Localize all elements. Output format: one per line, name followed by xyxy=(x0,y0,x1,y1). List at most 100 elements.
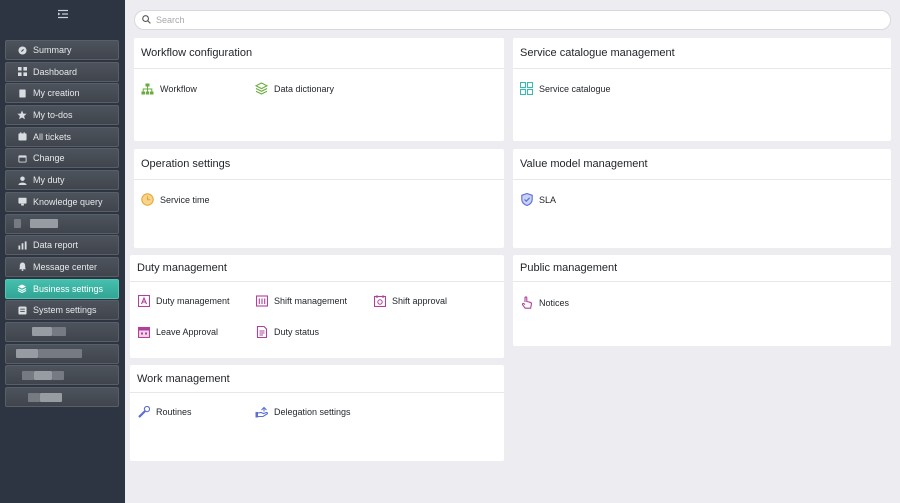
workflow-link[interactable]: Workflow xyxy=(141,82,197,95)
duty-management-link[interactable]: Duty management xyxy=(137,294,230,307)
redacted-label xyxy=(30,219,58,228)
sidebar-item-redacted[interactable] xyxy=(5,343,119,364)
search-input[interactable] xyxy=(156,15,856,25)
sidebar-item-my-duty[interactable]: My duty xyxy=(5,170,119,191)
sidebar-item-label: All tickets xyxy=(33,131,72,142)
sidebar-item-data-report[interactable]: Data report xyxy=(5,235,119,256)
sidebar-item-label: Data report xyxy=(33,240,79,251)
data-dictionary-label: Data dictionary xyxy=(274,83,335,94)
redacted-label xyxy=(38,349,82,359)
bell-icon xyxy=(17,262,27,272)
bar-chart-icon xyxy=(17,240,27,250)
star-icon xyxy=(17,110,27,120)
notices-label: Notices xyxy=(539,297,570,308)
public-management-card: Public management Notices xyxy=(513,255,891,346)
sidebar-item-redacted[interactable] xyxy=(5,365,119,386)
routines-label: Routines xyxy=(156,406,192,417)
redacted-label xyxy=(52,370,64,380)
shift-approval-label: Shift approval xyxy=(392,295,448,306)
wrench-icon xyxy=(137,405,150,418)
sla-label: SLA xyxy=(539,194,557,205)
service-time-label: Service time xyxy=(160,194,210,205)
service-catalogue-card: Service catalogue management Service cat… xyxy=(513,38,891,141)
ticket-icon xyxy=(17,132,27,142)
sidebar-item-label: Message center xyxy=(33,261,98,272)
notices-link[interactable]: Notices xyxy=(520,296,569,309)
sidebar-item-my-creation[interactable]: My creation xyxy=(5,83,119,104)
redacted-label xyxy=(34,370,52,380)
sidebar: Summary Dashboard My creation My to-dos … xyxy=(0,0,125,503)
shield-icon xyxy=(520,193,533,206)
sidebar-item-label: My creation xyxy=(33,88,80,99)
duty-status-label: Duty status xyxy=(274,326,320,337)
data-dictionary-link[interactable]: Data dictionary xyxy=(255,82,334,95)
redacted-label xyxy=(22,370,34,380)
delegation-settings-link[interactable]: Delegation settings xyxy=(255,405,351,418)
shift-management-label: Shift management xyxy=(274,295,348,306)
sidebar-item-label: System settings xyxy=(33,305,97,316)
sidebar-item-label: Change xyxy=(33,153,65,164)
redacted-label xyxy=(40,392,62,402)
service-time-link[interactable]: Service time xyxy=(141,193,210,206)
card-title: Workflow configuration xyxy=(134,38,504,69)
sidebar-item-business-settings[interactable]: Business settings xyxy=(5,278,119,299)
redacted-label xyxy=(32,327,52,337)
redacted-label xyxy=(14,219,21,228)
user-icon xyxy=(17,175,27,185)
card-title: Public management xyxy=(513,255,891,282)
workflow-label: Workflow xyxy=(160,83,197,94)
duty-badge-icon xyxy=(137,294,150,307)
operation-settings-card: Operation settings Service time xyxy=(134,149,504,248)
card-title: Operation settings xyxy=(134,149,504,180)
shift-management-link[interactable]: Shift management xyxy=(255,294,347,307)
card-title: Work management xyxy=(130,365,504,393)
sidebar-item-label: Summary xyxy=(33,45,72,55)
collapse-menu-icon[interactable] xyxy=(57,6,69,24)
sidebar-item-system-settings[interactable]: System settings xyxy=(5,300,119,321)
clock-icon xyxy=(141,193,154,206)
value-model-card: Value model management SLA xyxy=(513,149,891,248)
sidebar-item-summary[interactable]: Summary xyxy=(5,40,119,60)
work-management-card: Work management Routines Delegation sett… xyxy=(130,365,504,461)
grid-icon xyxy=(17,67,27,77)
sidebar-item-my-to-dos[interactable]: My to-dos xyxy=(5,105,119,126)
search-bar[interactable] xyxy=(134,10,891,30)
sidebar-item-redacted[interactable] xyxy=(5,387,119,407)
sidebar-item-redacted[interactable] xyxy=(5,321,119,342)
redacted-label xyxy=(16,349,38,359)
layers-icon xyxy=(255,82,268,95)
card-title: Service catalogue management xyxy=(513,38,891,69)
sidebar-item-change[interactable]: Change xyxy=(5,148,119,169)
sidebar-header xyxy=(0,0,125,30)
service-catalogue-link[interactable]: Service catalogue xyxy=(520,82,611,95)
redacted-label xyxy=(28,392,40,402)
document-icon xyxy=(17,88,27,98)
workflow-configuration-card: Workflow configuration Workflow Data dic… xyxy=(134,38,504,141)
sidebar-item-label: My duty xyxy=(33,175,65,186)
layers-icon xyxy=(17,284,27,294)
shift-approval-link[interactable]: Shift approval xyxy=(373,294,447,307)
duty-status-link[interactable]: Duty status xyxy=(255,325,319,338)
monitor-icon xyxy=(17,197,27,207)
calendar-icon xyxy=(17,153,27,163)
sidebar-item-label: Business settings xyxy=(33,283,104,294)
leave-approval-link[interactable]: Leave Approval xyxy=(137,325,218,338)
card-title: Duty management xyxy=(130,255,504,282)
routines-link[interactable]: Routines xyxy=(137,405,192,418)
search-icon xyxy=(142,11,151,29)
org-chart-icon xyxy=(141,82,154,95)
sidebar-item-label: My to-dos xyxy=(33,110,73,121)
approval-calendar-icon xyxy=(373,294,386,307)
sidebar-item-label: Knowledge query xyxy=(33,196,103,207)
duty-management-card: Duty management Duty management Shift ma… xyxy=(130,255,504,358)
sidebar-item-all-tickets[interactable]: All tickets xyxy=(5,126,119,147)
sidebar-item-knowledge-query[interactable]: Knowledge query xyxy=(5,191,119,212)
redacted-label xyxy=(52,327,66,337)
sidebar-item-message-center[interactable]: Message center xyxy=(5,256,119,277)
leave-approval-label: Leave Approval xyxy=(156,326,219,337)
sla-link[interactable]: SLA xyxy=(520,193,556,206)
sidebar-item-dashboard[interactable]: Dashboard xyxy=(5,61,119,82)
delegation-hand-icon xyxy=(255,405,268,418)
sidebar-item-label: Dashboard xyxy=(33,66,78,77)
sidebar-item-redacted[interactable] xyxy=(5,213,119,234)
